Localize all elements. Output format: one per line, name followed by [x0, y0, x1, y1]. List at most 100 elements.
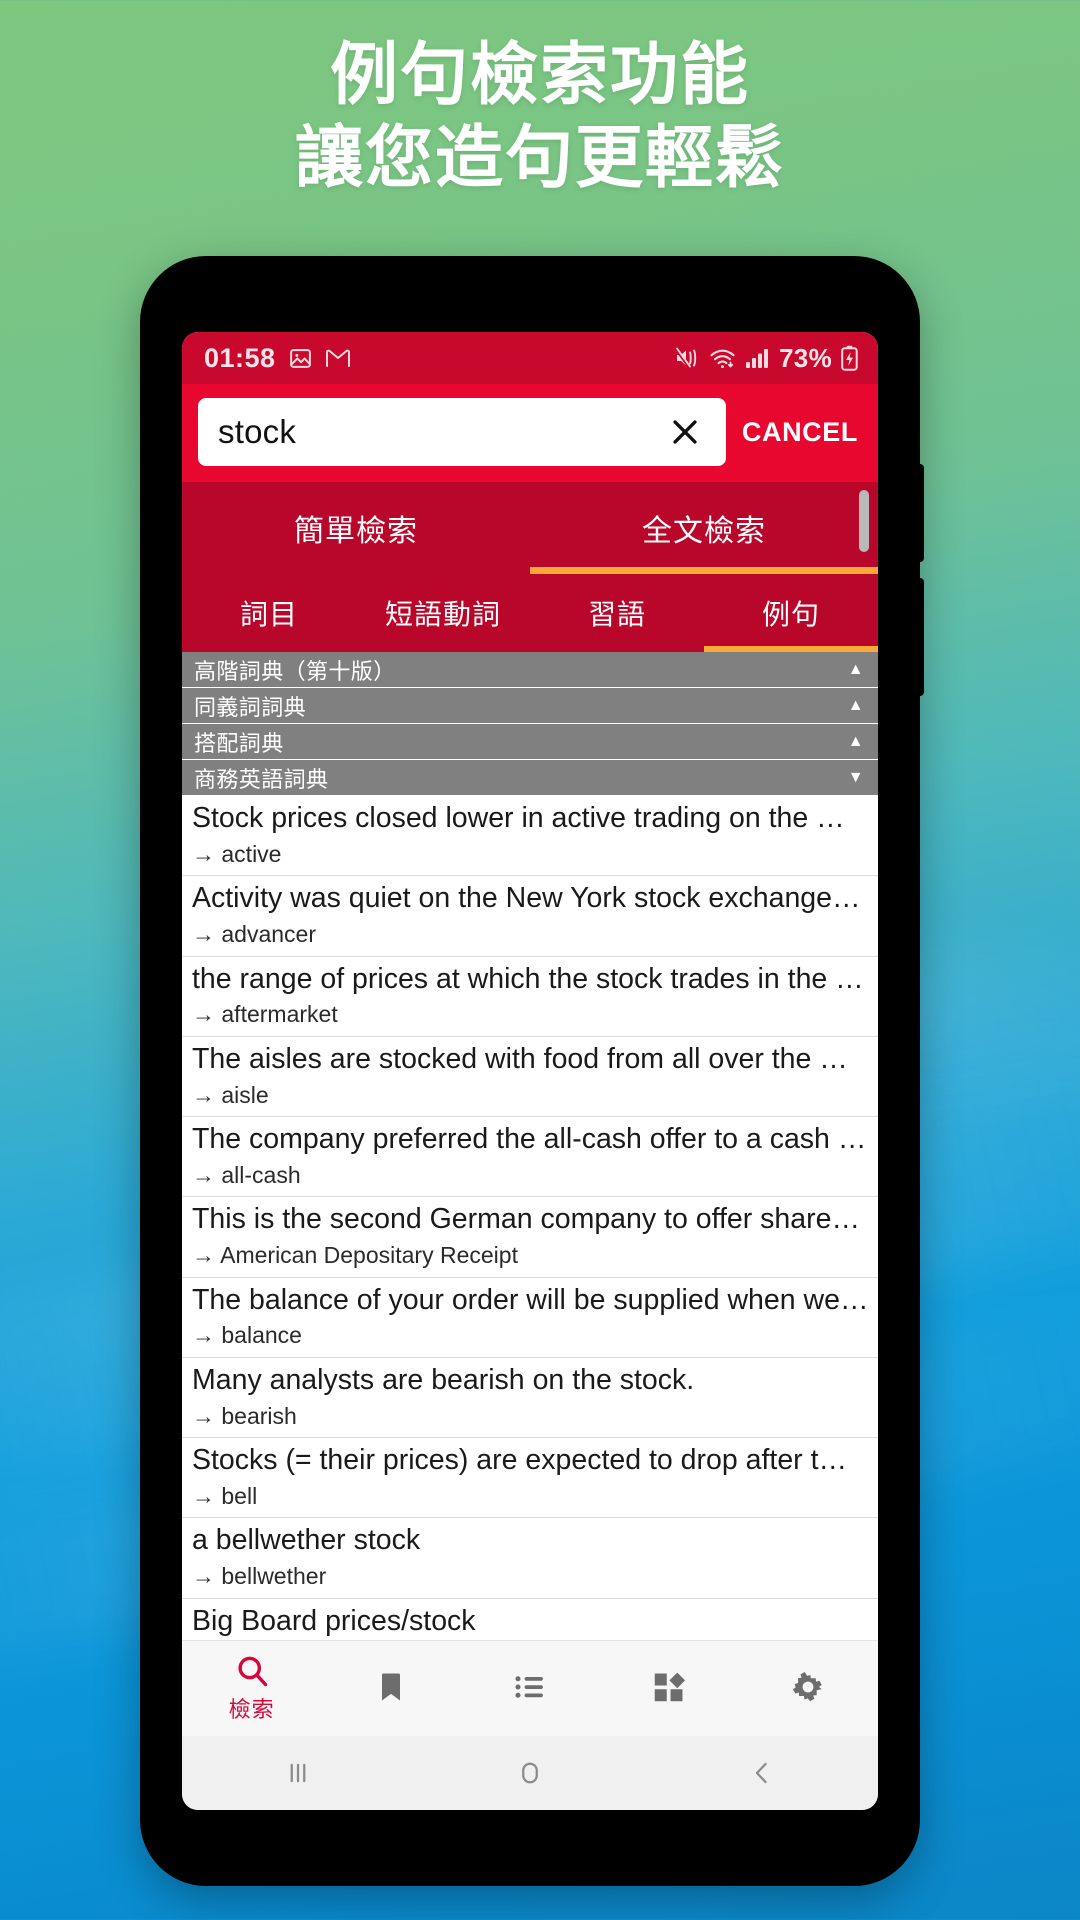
chevron-up-icon: ▲ [847, 696, 864, 714]
result-sentence: a bellwether stock [192, 1524, 421, 1557]
tab-underline [356, 646, 530, 652]
android-system-nav [182, 1736, 878, 1810]
chevron-up-icon: ▲ [847, 660, 864, 678]
list-item[interactable]: The aisles are stocked with food from al… [182, 1037, 878, 1117]
tab-headwords[interactable]: 詞目 [182, 574, 356, 652]
phone-volume-button[interactable] [916, 464, 924, 562]
tab-fulltext-search[interactable]: 全文檢索 [530, 482, 878, 574]
headline-line-2: 讓您造句更輕鬆 [294, 119, 785, 196]
nav-item-settings[interactable] [739, 1669, 878, 1708]
tab-underline [530, 646, 704, 652]
headline-line-1: 例句檢索功能 [329, 37, 750, 113]
list-item[interactable]: The company preferred the all-cash offer… [182, 1117, 878, 1198]
apps-grid-icon [651, 1669, 687, 1705]
battery-percent: 73% [779, 342, 832, 373]
list-item[interactable]: the range of prices at which the stock t… [182, 957, 878, 1037]
search-bar: stock CANCEL [182, 384, 878, 482]
status-bar-left: 01:58 [204, 343, 351, 374]
search-icon [234, 1653, 270, 1689]
list-item[interactable]: This is the second German company to off… [182, 1197, 878, 1278]
signal-icon [745, 347, 770, 369]
back-icon[interactable] [646, 1758, 878, 1788]
tab-phrasal-verbs-label: 短語動詞 [384, 599, 501, 630]
result-sentence: Activity was quiet on the New York stock… [192, 882, 861, 915]
phone-screen: 01:58 73% stock CANCEL 簡單檢索 全文檢索 詞目 短語動詞… [182, 332, 878, 1810]
dict-group-label: 搭配詞典 [194, 730, 284, 756]
chevron-down-icon: ▼ [847, 768, 864, 786]
result-headword: → aftermarket [192, 1001, 338, 1028]
list-item[interactable]: Big Board prices/stock [182, 1599, 878, 1641]
tab-headwords-label: 詞目 [239, 599, 298, 630]
tab-underline [182, 646, 356, 652]
status-time: 01:58 [204, 342, 276, 373]
result-headword: → aisle [192, 1081, 269, 1108]
gear-icon [790, 1669, 826, 1705]
result-sentence: This is the second German company to off… [192, 1203, 860, 1236]
nav-item-apps-grid[interactable] [600, 1669, 739, 1708]
tab-idioms-label: 習語 [587, 599, 646, 630]
phone-power-button[interactable] [916, 578, 924, 696]
result-headword: → balance [192, 1322, 302, 1349]
tab-simple-search-label: 簡單檢索 [294, 515, 418, 548]
result-headword: → bell [192, 1482, 258, 1509]
list-item[interactable]: a bellwether stock → bellwether [182, 1518, 878, 1599]
dict-group-label: 商務英語詞典 [194, 766, 329, 792]
result-sentence: Stock prices closed lower in active trad… [192, 802, 845, 834]
tab-underline [182, 567, 530, 574]
tab-phrasal-verbs[interactable]: 短語動詞 [356, 574, 530, 652]
list-icon [512, 1669, 548, 1705]
promo-headline: 例句檢索功能 讓您造句更輕鬆 [0, 34, 1080, 200]
result-sentence: The company preferred the all-cash offer… [192, 1123, 867, 1155]
cancel-button[interactable]: CANCEL [736, 417, 862, 448]
list-item[interactable]: Stock prices closed lower in active trad… [182, 796, 878, 877]
home-icon[interactable] [414, 1758, 646, 1788]
secondary-tab-bar: 詞目 短語動詞 習語 例句 [182, 574, 878, 652]
status-bar-right: 73% [674, 343, 858, 374]
result-headword: → bearish [192, 1402, 297, 1429]
nav-item-bookmarks[interactable] [321, 1669, 460, 1708]
gmail-icon [325, 347, 351, 369]
tab-simple-search[interactable]: 簡單檢索 [182, 482, 530, 574]
tab-idioms[interactable]: 習語 [530, 574, 704, 652]
result-headword: → active [192, 840, 282, 867]
image-icon [288, 346, 313, 371]
result-sentence: The aisles are stocked with food from al… [192, 1042, 848, 1075]
dict-group-collocations[interactable]: 搭配詞典 ▲ [182, 724, 878, 760]
status-bar: 01:58 73% [182, 332, 878, 384]
search-input[interactable]: stock [198, 398, 726, 466]
nav-item-search[interactable]: 檢索 [182, 1653, 321, 1724]
result-sentence: The balance of your order will be suppli… [192, 1283, 868, 1316]
bookmark-icon [373, 1669, 409, 1705]
dict-group-advanced-learners[interactable]: 高階詞典（第十版） ▲ [182, 652, 878, 688]
wifi-icon [709, 347, 736, 370]
result-headword: → all-cash [192, 1161, 301, 1188]
recents-icon[interactable] [182, 1758, 414, 1788]
nav-item-history-list[interactable] [460, 1669, 599, 1708]
result-sentence: Big Board prices/stock [192, 1604, 476, 1637]
results-list[interactable]: Stock prices closed lower in active trad… [182, 796, 878, 1640]
dict-group-business-english[interactable]: 商務英語詞典 ▼ [182, 760, 878, 796]
mute-vibrate-icon [674, 346, 700, 370]
close-icon[interactable] [660, 407, 710, 457]
result-sentence: the range of prices at which the stock t… [192, 962, 864, 995]
tab-underline-active [530, 567, 878, 574]
list-item[interactable]: Many analysts are bearish on the stock. … [182, 1358, 878, 1438]
dict-group-label: 高階詞典（第十版） [194, 658, 396, 684]
list-item[interactable]: Activity was quiet on the New York stock… [182, 876, 878, 957]
tab-fulltext-search-label: 全文檢索 [642, 515, 766, 548]
result-headword: → American Depositary Receipt [192, 1242, 518, 1269]
primary-tab-bar: 簡單檢索 全文檢索 [182, 482, 878, 574]
list-item[interactable]: Stocks (= their prices) are expected to … [182, 1438, 878, 1519]
tab-underline-active [704, 646, 878, 652]
result-headword: → advancer [192, 921, 317, 948]
result-headword: → bellwether [192, 1563, 327, 1590]
scrollbar-thumb[interactable] [859, 490, 869, 552]
search-input-value: stock [218, 413, 297, 450]
tab-example-sentences-label: 例句 [761, 599, 820, 630]
tab-example-sentences[interactable]: 例句 [704, 574, 878, 652]
nav-item-search-label: 檢索 [228, 1697, 275, 1722]
list-item[interactable]: The balance of your order will be suppli… [182, 1278, 878, 1358]
dict-group-thesaurus[interactable]: 同義詞詞典 ▲ [182, 688, 878, 724]
phone-frame: 01:58 73% stock CANCEL 簡單檢索 全文檢索 詞目 短語動詞… [140, 256, 924, 1886]
result-sentence: Stocks (= their prices) are expected to … [192, 1444, 847, 1476]
